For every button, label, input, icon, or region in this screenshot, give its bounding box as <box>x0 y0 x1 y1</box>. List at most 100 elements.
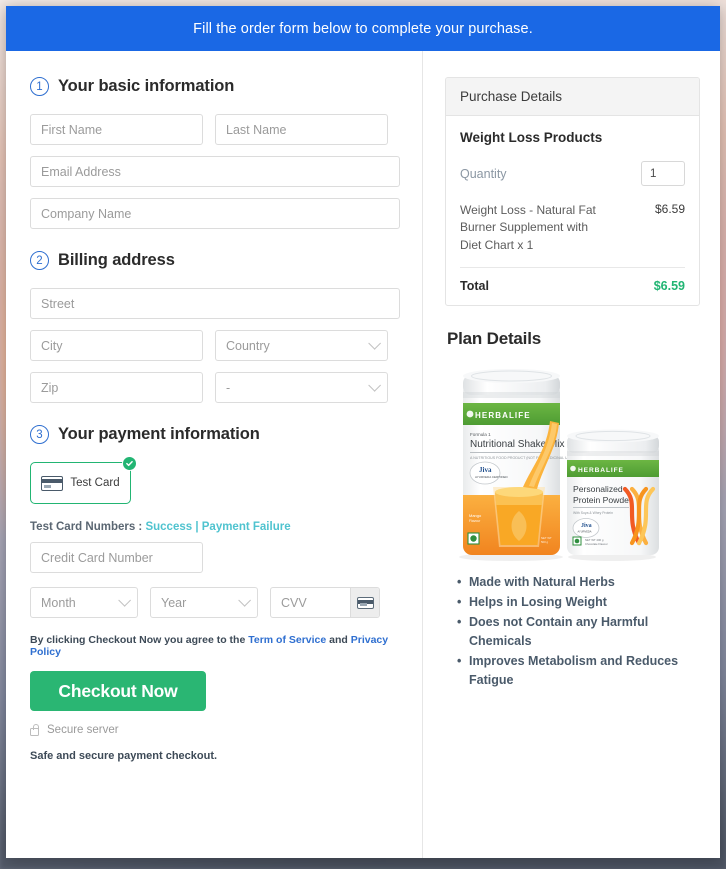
line-item-price: $6.59 <box>654 202 685 216</box>
svg-text:Jiva: Jiva <box>581 523 592 529</box>
zip-input[interactable]: Zip <box>30 372 203 403</box>
total-value: $6.59 <box>653 279 685 294</box>
svg-text:AYURVEDA CERTIFIED: AYURVEDA CERTIFIED <box>475 475 509 479</box>
svg-text:Jiva: Jiva <box>479 466 492 474</box>
email-row: Email Address <box>30 156 400 187</box>
lock-icon <box>30 724 39 736</box>
step-3-title: Your payment information <box>58 425 260 443</box>
banner-message: Fill the order form below to complete yo… <box>193 20 533 37</box>
zip-state-row: Zip - <box>30 372 400 403</box>
step-3-header: 3 Your payment information <box>30 425 400 444</box>
state-select-value: - <box>226 380 231 395</box>
terms-notice: By clicking Checkout Now you agree to th… <box>30 634 400 658</box>
expiry-month-select[interactable]: Month <box>30 587 138 618</box>
protein-powder-tub: HERBALIFE Personalized Protein Powder Wi… <box>567 429 659 562</box>
svg-text:Mango: Mango <box>469 513 482 518</box>
step-2-number: 2 <box>30 251 49 270</box>
svg-text:500 g: 500 g <box>541 540 548 544</box>
svg-text:Flavour: Flavour <box>469 519 481 523</box>
test-card-numbers-line: Test Card Numbers : Success | Payment Fa… <box>30 521 400 533</box>
expiry-year-select[interactable]: Year <box>150 587 258 618</box>
street-row: Street <box>30 288 400 319</box>
page-banner: Fill the order form below to complete yo… <box>6 6 720 51</box>
benefit-item: Helps in Losing Weight <box>457 593 700 612</box>
secure-server-row: Secure server <box>30 724 400 736</box>
last-name-input[interactable]: Last Name <box>215 114 388 145</box>
credit-card-number-input[interactable]: Credit Card Number <box>30 542 203 573</box>
test-payment-failure-link[interactable]: Payment Failure <box>202 521 291 533</box>
svg-text:Chocolate Flavour: Chocolate Flavour <box>585 542 608 546</box>
svg-text:Protein Powder: Protein Powder <box>573 495 632 505</box>
order-total-row: Total $6.59 <box>460 279 685 293</box>
step-1-number: 1 <box>30 77 49 96</box>
test-card-label: Test Card <box>70 477 120 489</box>
svg-text:Formula 1: Formula 1 <box>470 432 491 437</box>
step-3-number: 3 <box>30 425 49 444</box>
modal-body: 1 Your basic information First Name Last… <box>6 51 720 858</box>
test-card-numbers-label: Test Card Numbers : <box>30 521 146 533</box>
link-separator: | <box>192 521 202 533</box>
street-input[interactable]: Street <box>30 288 400 319</box>
checkout-now-button[interactable]: Checkout Now <box>30 671 206 711</box>
product-group-title: Weight Loss Products <box>460 130 603 145</box>
chevron-down-icon <box>368 379 381 392</box>
terms-prefix-text: By clicking Checkout Now you agree to th… <box>30 634 249 646</box>
benefit-item: Made with Natural Herbs <box>457 573 700 592</box>
benefit-item: Does not Contain any Harmful Chemicals <box>457 613 700 651</box>
shake-mix-canister: HERBALIFE Formula 1 Nutritional Shake Mi… <box>459 369 574 562</box>
chevron-down-icon <box>368 337 381 350</box>
credit-card-icon <box>41 475 64 491</box>
total-label: Total <box>460 279 489 294</box>
step-1-header: 1 Your basic information <box>30 77 400 96</box>
expiry-cvv-row: Month Year CVV <box>30 587 400 618</box>
order-line-item: Weight Loss - Natural Fat Burner Supplem… <box>460 202 685 269</box>
summary-column: Purchase Details Weight Loss Products Qu… <box>423 51 720 858</box>
plan-product-image: HERBALIFE Formula 1 Nutritional Shake Mi… <box>449 361 696 562</box>
term-of-service-link[interactable]: Term of Service <box>248 634 326 646</box>
credit-card-icon <box>356 596 374 609</box>
chevron-down-icon <box>238 594 251 607</box>
svg-text:AYURVEDA: AYURVEDA <box>578 530 592 534</box>
cvv-card-icon-button[interactable] <box>350 588 379 617</box>
svg-text:HERBALIFE: HERBALIFE <box>475 411 531 420</box>
benefit-item: Improves Metabolism and Reduces Fatigue <box>457 652 700 690</box>
plan-details-title: Plan Details <box>447 329 541 349</box>
svg-text:Personalized: Personalized <box>573 484 623 494</box>
order-form-column: 1 Your basic information First Name Last… <box>6 51 423 858</box>
company-row: Company Name <box>30 198 400 229</box>
svg-text:HERBALIFE: HERBALIFE <box>578 467 624 474</box>
purchase-details-header: Purchase Details <box>446 78 699 116</box>
secure-server-label: Secure server <box>47 724 119 736</box>
country-select[interactable]: Country <box>215 330 388 361</box>
svg-text:A NUTRITIOUS FOOD PRODUCT (NOT: A NUTRITIOUS FOOD PRODUCT (NOT FOR MEDIC… <box>470 456 574 460</box>
quantity-input[interactable]: 1 <box>641 161 685 186</box>
name-row: First Name Last Name <box>30 114 400 145</box>
month-select-value: Month <box>41 595 76 610</box>
quantity-label: Quantity <box>460 166 507 181</box>
cvv-field-group[interactable]: CVV <box>270 587 380 618</box>
test-card-option[interactable]: Test Card <box>30 456 137 504</box>
svg-text:With Soya & Whey Protein: With Soya & Whey Protein <box>573 511 613 515</box>
cvv-input[interactable]: CVV <box>271 596 350 610</box>
step-2-header: 2 Billing address <box>30 251 400 270</box>
terms-middle-text: and <box>326 634 351 646</box>
line-item-name: Weight Loss - Natural Fat Burner Supplem… <box>460 203 596 252</box>
chevron-down-icon <box>118 594 131 607</box>
city-input[interactable]: City <box>30 330 203 361</box>
selected-check-icon <box>122 456 137 471</box>
step-2-title: Billing address <box>58 251 175 269</box>
quantity-row: Quantity 1 <box>460 161 685 186</box>
state-select[interactable]: - <box>215 372 388 403</box>
year-select-value: Year <box>161 595 187 610</box>
purchase-details-card: Purchase Details Weight Loss Products Qu… <box>445 77 700 307</box>
first-name-input[interactable]: First Name <box>30 114 203 145</box>
company-name-input[interactable]: Company Name <box>30 198 400 229</box>
checkout-modal: Fill the order form below to complete yo… <box>6 6 720 858</box>
city-country-row: City Country <box>30 330 400 361</box>
test-success-link[interactable]: Success <box>145 521 192 533</box>
safe-checkout-note: Safe and secure payment checkout. <box>30 750 218 762</box>
email-input[interactable]: Email Address <box>30 156 400 187</box>
purchase-details-body: Weight Loss Products Quantity 1 Weight L… <box>446 116 699 305</box>
plan-benefits-list: Made with Natural Herbs Helps in Losing … <box>445 573 700 690</box>
country-select-value: Country <box>226 338 270 353</box>
